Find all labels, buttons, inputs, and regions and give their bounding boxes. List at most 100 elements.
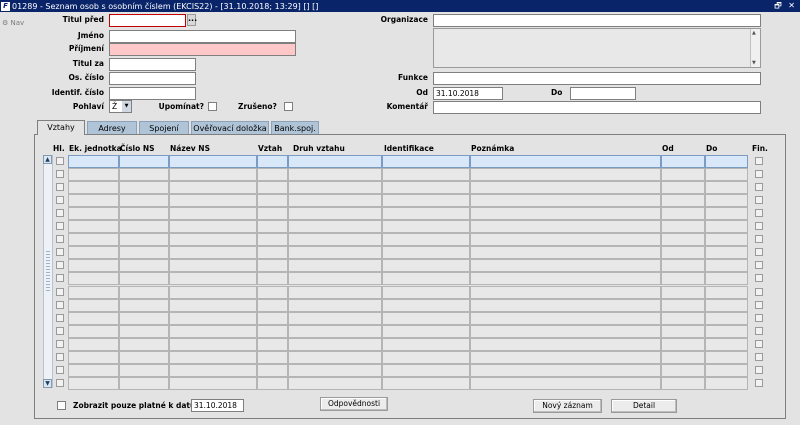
os-cislo-input[interactable] [109,72,196,85]
table-cell[interactable] [169,246,257,259]
table-cell[interactable] [68,155,119,168]
table-cell[interactable] [661,259,705,272]
row-hl-checkbox[interactable] [56,261,64,269]
table-cell[interactable] [257,168,288,181]
table-cell[interactable] [382,299,470,312]
table-cell[interactable] [169,155,257,168]
table-cell[interactable] [169,312,257,325]
table-cell[interactable] [470,312,661,325]
table-cell[interactable] [661,207,705,220]
table-cell[interactable] [705,299,748,312]
scroll-up-icon[interactable]: ▲ [752,30,756,36]
row-fin-checkbox[interactable] [755,170,763,178]
table-cell[interactable] [119,194,169,207]
table-cell[interactable] [119,233,169,246]
table-cell[interactable] [382,272,470,285]
row-hl-checkbox[interactable] [56,314,64,322]
table-cell[interactable] [288,207,382,220]
table-cell[interactable] [661,246,705,259]
zruseno-checkbox[interactable] [284,102,293,111]
od-input[interactable]: 31.10.2018 [433,87,503,100]
table-cell[interactable] [705,259,748,272]
jmeno-input[interactable] [109,30,296,43]
table-cell[interactable] [68,181,119,194]
detail-button[interactable]: Detail [611,399,677,413]
table-cell[interactable] [705,233,748,246]
table-cell[interactable] [382,338,470,351]
table-cell[interactable] [470,168,661,181]
table-cell[interactable] [257,286,288,299]
row-fin-checkbox[interactable] [755,235,763,243]
table-cell[interactable] [288,155,382,168]
table-cell[interactable] [119,155,169,168]
table-cell[interactable] [119,312,169,325]
row-hl-checkbox[interactable] [56,379,64,387]
novy-zaznam-button[interactable]: Nový záznam [533,399,602,413]
row-hl-checkbox[interactable] [56,157,64,165]
table-cell[interactable] [288,272,382,285]
table-cell[interactable] [382,233,470,246]
table-cell[interactable] [169,220,257,233]
table-cell[interactable] [119,220,169,233]
table-cell[interactable] [119,207,169,220]
row-hl-checkbox[interactable] [56,353,64,361]
row-hl-checkbox[interactable] [56,235,64,243]
table-cell[interactable] [257,338,288,351]
row-hl-checkbox[interactable] [56,248,64,256]
table-cell[interactable] [470,194,661,207]
table-cell[interactable] [705,377,748,390]
tab-bank-spoj[interactable]: Bank.spoj. [271,121,319,135]
table-cell[interactable] [661,377,705,390]
table-cell[interactable] [705,325,748,338]
row-hl-checkbox[interactable] [56,288,64,296]
table-cell[interactable] [661,233,705,246]
table-cell[interactable] [470,377,661,390]
table-cell[interactable] [661,312,705,325]
row-hl-checkbox[interactable] [56,209,64,217]
row-hl-checkbox[interactable] [56,340,64,348]
row-fin-checkbox[interactable] [755,274,763,282]
row-fin-checkbox[interactable] [755,353,763,361]
table-cell[interactable] [257,299,288,312]
table-cell[interactable] [169,338,257,351]
table-cell[interactable] [661,181,705,194]
table-cell[interactable] [382,207,470,220]
table-cell[interactable] [119,351,169,364]
row-fin-checkbox[interactable] [755,379,763,387]
table-cell[interactable] [68,220,119,233]
table-cell[interactable] [288,351,382,364]
table-cell[interactable] [470,286,661,299]
table-cell[interactable] [288,168,382,181]
table-cell[interactable] [661,155,705,168]
table-cell[interactable] [705,207,748,220]
table-cell[interactable] [288,220,382,233]
nav-button[interactable]: ⚙ Nav [2,19,24,27]
table-cell[interactable] [169,259,257,272]
pohlavi-select[interactable]: Ž ▼ [109,100,132,113]
do-input[interactable] [570,87,636,100]
organizace-scrollbar[interactable]: ▲ ▼ [750,29,760,67]
table-cell[interactable] [257,220,288,233]
table-cell[interactable] [470,299,661,312]
table-cell[interactable] [470,364,661,377]
row-hl-checkbox[interactable] [56,274,64,282]
table-cell[interactable] [288,246,382,259]
table-cell[interactable] [705,155,748,168]
table-cell[interactable] [382,168,470,181]
table-cell[interactable] [68,233,119,246]
table-cell[interactable] [382,364,470,377]
row-hl-checkbox[interactable] [56,222,64,230]
table-cell[interactable] [119,181,169,194]
table-cell[interactable] [705,246,748,259]
table-cell[interactable] [661,299,705,312]
table-cell[interactable] [470,259,661,272]
table-cell[interactable] [382,351,470,364]
table-cell[interactable] [257,194,288,207]
table-cell[interactable] [169,286,257,299]
komentar-input[interactable] [433,101,761,114]
scroll-thumb-grip[interactable] [46,251,50,291]
organizace-detail-textarea[interactable]: ▲ ▼ [433,28,761,68]
tab-spojeni[interactable]: Spojení [139,121,189,135]
table-cell[interactable] [257,364,288,377]
row-fin-checkbox[interactable] [755,209,763,217]
